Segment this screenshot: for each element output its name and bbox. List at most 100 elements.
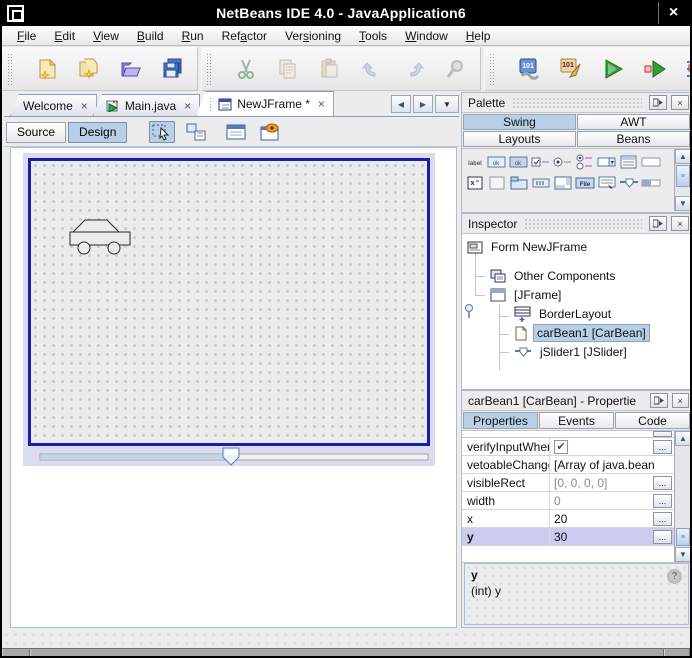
jslider-palette-icon[interactable] (618, 172, 640, 193)
palette-scrollbar[interactable]: ▲ ≡ ▼ (674, 149, 691, 211)
selection-mode-icon[interactable] (149, 121, 175, 143)
tree-node-other-components[interactable]: Other Components (490, 267, 618, 285)
jtextarea-palette-icon[interactable] (464, 172, 486, 193)
run-file-icon[interactable] (641, 55, 669, 83)
clean-build-project-icon[interactable]: 101 (557, 55, 585, 83)
tree-node-jframe[interactable]: [JFrame] (490, 286, 564, 304)
property-row-width[interactable]: width 0 ... (462, 492, 674, 510)
open-project-icon[interactable] (117, 55, 145, 83)
inspector-minimize-icon[interactable] (649, 216, 667, 231)
jcombobox-palette-icon[interactable] (596, 151, 618, 172)
jscrollpane-palette-icon[interactable] (552, 172, 574, 193)
properties-close-icon[interactable]: × (672, 393, 689, 408)
jcheckbox-palette-icon[interactable] (530, 151, 552, 172)
system-menu-icon[interactable] (7, 5, 24, 22)
preview-design-icon[interactable] (223, 121, 249, 143)
new-project-icon[interactable] (75, 55, 103, 83)
tree-node-carbean[interactable]: carBean1 [CarBean] (514, 324, 650, 342)
menu-edit[interactable]: Edit (45, 27, 84, 45)
window-close-button[interactable]: × (658, 2, 688, 24)
find-icon[interactable] (442, 55, 470, 83)
jslider-component[interactable] (23, 447, 435, 466)
jtabbedpane-palette-icon[interactable] (508, 172, 530, 193)
toolbar-drag-handle[interactable] (489, 53, 495, 85)
scroll-tabs-left-icon[interactable]: ◀ (391, 95, 411, 113)
palette-minimize-icon[interactable] (649, 95, 667, 110)
save-all-icon[interactable] (159, 55, 187, 83)
paste-icon[interactable] (316, 55, 344, 83)
jframe-design-surface[interactable] (28, 158, 430, 446)
menu-build[interactable]: Build (128, 27, 173, 45)
jtogglebutton-palette-icon[interactable]: ok (508, 151, 530, 172)
jradiobutton-palette-icon[interactable] (552, 151, 574, 172)
property-row-vetoablechange[interactable]: vetoableChange [Array of java.bean (462, 456, 674, 474)
tab-close-icon[interactable]: × (315, 97, 325, 111)
design-canvas[interactable] (10, 147, 457, 628)
palette-category-layouts[interactable]: Layouts (463, 131, 576, 147)
property-row-verifyinput[interactable]: verifyInputWher ✔ ... (462, 438, 674, 456)
property-editor-button[interactable]: ... (653, 440, 672, 454)
tab-list-dropdown-icon[interactable]: ▼ (435, 95, 459, 113)
cut-icon[interactable] (232, 55, 260, 83)
test-form-icon[interactable] (257, 121, 283, 143)
palette-scroll-thumb[interactable]: ≡ (676, 165, 690, 187)
properties-scroll-down-icon[interactable]: ▼ (675, 547, 691, 562)
menu-refactor[interactable]: Refactor (213, 27, 276, 45)
source-view-button[interactable]: Source (6, 122, 66, 143)
run-project-icon[interactable] (599, 55, 627, 83)
tab-main-java[interactable]: Main.java × (93, 94, 200, 116)
tab-close-icon[interactable]: × (181, 99, 191, 113)
properties-scroll-thumb[interactable]: ≡ (676, 528, 690, 546)
buttongroup-palette-icon[interactable] (574, 151, 596, 172)
jmenubar-palette-icon[interactable] (596, 172, 618, 193)
menu-tools[interactable]: Tools (350, 27, 396, 45)
tab-welcome[interactable]: Welcome × (10, 94, 97, 116)
tab-newjframe[interactable]: NewJFrame * × (196, 91, 334, 116)
tree-node-form[interactable]: Form NewJFrame (467, 238, 590, 256)
tab-code[interactable]: Code (615, 412, 690, 429)
menu-file[interactable]: File (8, 27, 45, 45)
property-row-visiblerect[interactable]: visibleRect [0, 0, 0, 0] ... (462, 474, 674, 492)
property-editor-button[interactable]: ... (653, 512, 672, 526)
jbutton-palette-icon[interactable]: ok (486, 151, 508, 172)
tree-node-borderlayout[interactable]: BorderLayout (514, 305, 614, 323)
property-editor-button[interactable]: ... (653, 530, 672, 544)
tab-close-icon[interactable]: × (78, 99, 88, 113)
inspector-close-icon[interactable]: × (671, 216, 689, 231)
jtextfield-palette-icon[interactable] (640, 151, 662, 172)
palette-close-icon[interactable]: × (671, 95, 689, 110)
jscrollbar-palette-icon[interactable] (530, 172, 552, 193)
help-icon[interactable]: ? (667, 569, 682, 584)
property-editor-button[interactable]: ... (653, 476, 672, 490)
palette-header-grip[interactable] (512, 97, 642, 109)
design-view-button[interactable]: Design (68, 122, 127, 143)
build-project-icon[interactable]: 101 (515, 55, 543, 83)
jpanel-palette-icon[interactable] (486, 172, 508, 193)
redo-icon[interactable] (400, 55, 428, 83)
properties-scrollbar[interactable]: ▲ ≡ ▼ (674, 431, 691, 562)
debug-project-icon[interactable] (683, 55, 692, 83)
jlabel-palette-icon[interactable]: label (464, 151, 486, 172)
checkbox-checked-icon[interactable]: ✔ (554, 440, 568, 454)
properties-scroll-up-icon[interactable]: ▲ (675, 431, 691, 446)
toolbar-drag-handle[interactable] (7, 53, 13, 85)
scroll-tabs-right-icon[interactable]: ▶ (413, 95, 433, 113)
properties-minimize-icon[interactable] (650, 393, 667, 408)
copy-icon[interactable] (274, 55, 302, 83)
tab-properties[interactable]: Properties (463, 412, 538, 429)
menu-run[interactable]: Run (173, 27, 213, 45)
jprogressbar-palette-icon[interactable] (640, 172, 662, 193)
connection-mode-icon[interactable] (183, 121, 209, 143)
menu-help[interactable]: Help (457, 27, 500, 45)
jlist-palette-icon[interactable] (618, 151, 640, 172)
undo-icon[interactable] (358, 55, 386, 83)
palette-scroll-up-icon[interactable]: ▲ (675, 149, 691, 164)
property-editor-button[interactable] (653, 431, 672, 437)
property-row-y-selected[interactable]: y 30 ... (462, 528, 674, 546)
toolbar-drag-handle[interactable] (206, 53, 212, 85)
tree-node-jslider[interactable]: jSlider1 [JSlider] (514, 343, 630, 361)
tree-expander-icon[interactable] (464, 303, 474, 319)
palette-category-swing[interactable]: Swing (463, 114, 576, 130)
car-bean-drawing[interactable] (69, 218, 135, 258)
menu-window[interactable]: Window (396, 27, 457, 45)
